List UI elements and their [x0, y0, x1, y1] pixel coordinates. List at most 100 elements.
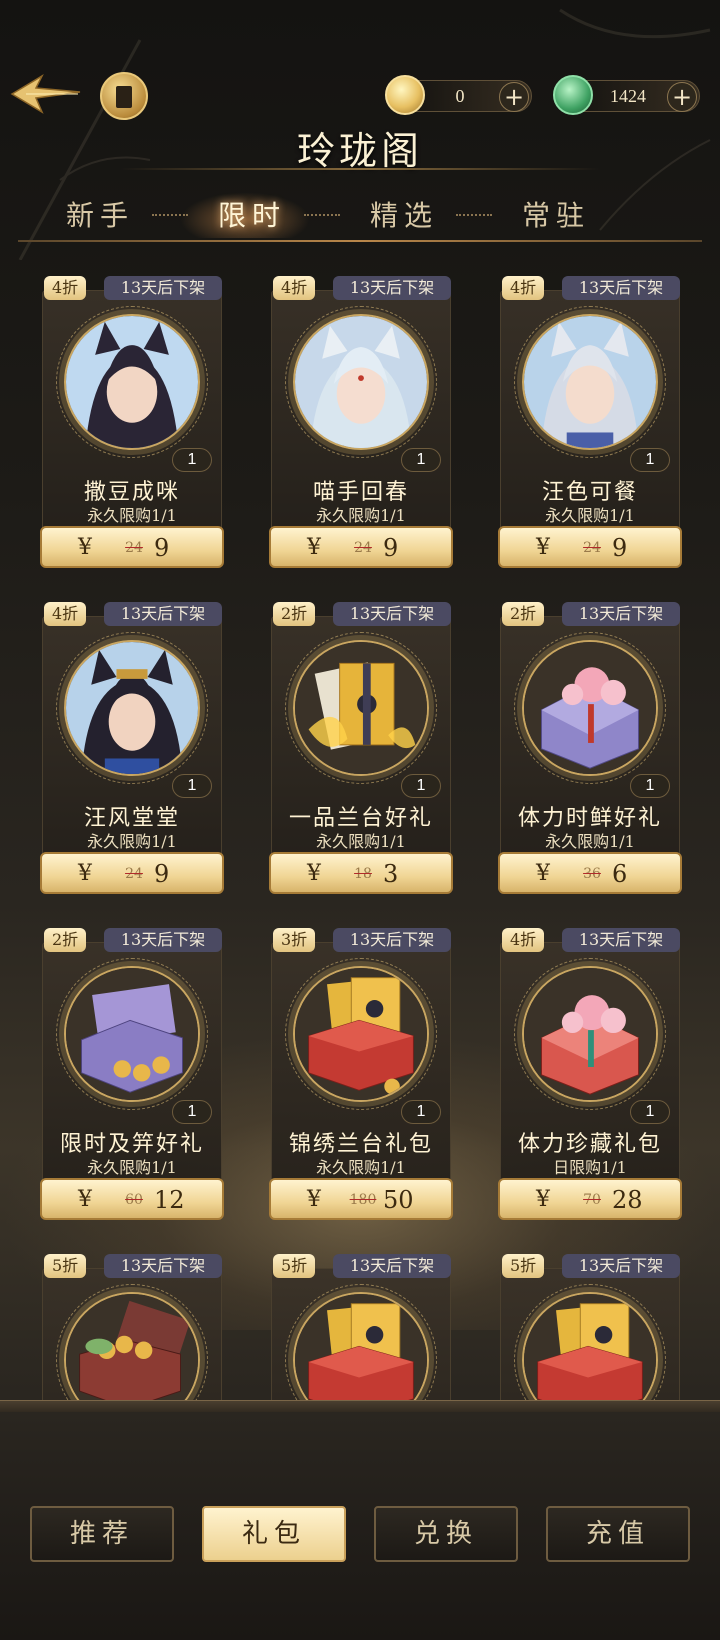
discount-badge: 4折: [273, 276, 316, 300]
quantity-badge: 1: [172, 774, 212, 798]
quantity-badge: 1: [630, 1100, 670, 1124]
timer-badge: 13天后下架: [562, 602, 680, 626]
original-price: 24: [354, 540, 372, 556]
currency-symbol: ¥: [78, 861, 92, 886]
item-image: [293, 640, 429, 776]
sale-price: 28: [612, 1186, 643, 1214]
timer-badge: 13天后下架: [333, 602, 451, 626]
currency-symbol: ¥: [78, 535, 92, 560]
item-grid: 4折 13天后下架 1 撒豆成咪 永久限购1/1 ¥ 24 9 4折 13天后下…: [0, 0, 720, 1546]
original-price: 180: [349, 1192, 377, 1208]
timer-badge: 13天后下架: [333, 1254, 451, 1278]
currency-symbol: ¥: [307, 1187, 321, 1212]
buy-button[interactable]: ¥ 24 9: [40, 526, 224, 568]
gift-card[interactable]: 2折 13天后下架 1 一品兰台好礼 永久限购1/1 ¥ 18 3: [269, 602, 453, 894]
timer-badge: 13天后下架: [562, 276, 680, 300]
original-price: 24: [125, 866, 143, 882]
purchase-limit: 永久限购1/1: [316, 1158, 406, 1177]
sale-price: 9: [612, 534, 628, 562]
purchase-limit: 永久限购1/1: [316, 832, 406, 851]
purchase-limit: 日限购1/1: [553, 1158, 627, 1177]
item-image: [522, 640, 658, 776]
discount-badge: 3折: [273, 928, 316, 952]
original-price: 24: [583, 540, 601, 556]
discount-badge: 5折: [502, 1254, 545, 1278]
buy-button[interactable]: ¥ 70 28: [498, 1178, 682, 1220]
buy-button[interactable]: ¥ 180 50: [269, 1178, 453, 1220]
currency-symbol: ¥: [307, 861, 321, 886]
quantity-badge: 1: [401, 1100, 441, 1124]
timer-badge: 13天后下架: [104, 276, 222, 300]
purchase-limit: 永久限购1/1: [316, 506, 406, 525]
item-image: [293, 314, 429, 450]
gift-card[interactable]: 4折 13天后下架 1 撒豆成咪 永久限购1/1 ¥ 24 9: [40, 276, 224, 568]
item-image: [64, 640, 200, 776]
gift-card[interactable]: 4折 13天后下架 1 喵手回春 永久限购1/1 ¥ 24 9: [269, 276, 453, 568]
purchase-limit: 永久限购1/1: [87, 1158, 177, 1177]
sale-price: 3: [383, 860, 399, 888]
quantity-badge: 1: [401, 448, 441, 472]
discount-badge: 2折: [273, 602, 316, 626]
original-price: 18: [354, 866, 372, 882]
sale-price: 9: [154, 860, 170, 888]
currency-symbol: ¥: [78, 1187, 92, 1212]
discount-badge: 2折: [44, 928, 87, 952]
item-image: [522, 314, 658, 450]
discount-badge: 4折: [502, 928, 545, 952]
buy-button[interactable]: ¥ 24 9: [269, 526, 453, 568]
gift-card[interactable]: 4折 13天后下架 1 汪风堂堂 永久限购1/1 ¥ 24 9: [40, 602, 224, 894]
discount-badge: 5折: [44, 1254, 87, 1278]
buy-button[interactable]: ¥ 60 12: [40, 1178, 224, 1220]
buy-button[interactable]: ¥ 36 6: [498, 852, 682, 894]
quantity-badge: 1: [630, 774, 670, 798]
original-price: 70: [583, 1192, 601, 1208]
discount-badge: 4折: [44, 602, 87, 626]
nav-recharge[interactable]: 充值: [546, 1506, 690, 1562]
timer-badge: 13天后下架: [562, 928, 680, 952]
quantity-badge: 1: [172, 1100, 212, 1124]
timer-badge: 13天后下架: [333, 928, 451, 952]
item-image: [293, 966, 429, 1102]
sale-price: 9: [154, 534, 170, 562]
item-image: [64, 966, 200, 1102]
purchase-limit: 永久限购1/1: [87, 832, 177, 851]
nav-exchange[interactable]: 兑换: [374, 1506, 518, 1562]
gift-card[interactable]: 2折 13天后下架 1 限时及笄好礼 永久限购1/1 ¥ 60 12: [40, 928, 224, 1220]
original-price: 60: [125, 1192, 143, 1208]
timer-badge: 13天后下架: [333, 276, 451, 300]
nav-recommend[interactable]: 推荐: [30, 1506, 174, 1562]
quantity-badge: 1: [401, 774, 441, 798]
gift-card[interactable]: 3折 13天后下架 1 锦绣兰台礼包 永久限购1/1 ¥ 180 50: [269, 928, 453, 1220]
currency-symbol: ¥: [307, 535, 321, 560]
discount-badge: 5折: [273, 1254, 316, 1278]
item-image: [522, 966, 658, 1102]
currency-symbol: ¥: [536, 861, 550, 886]
sale-price: 9: [383, 534, 399, 562]
discount-badge: 4折: [44, 276, 87, 300]
buy-button[interactable]: ¥ 18 3: [269, 852, 453, 894]
sale-price: 6: [612, 860, 628, 888]
timer-badge: 13天后下架: [104, 1254, 222, 1278]
buy-button[interactable]: ¥ 24 9: [40, 852, 224, 894]
nav-gift-pack[interactable]: 礼包: [202, 1506, 346, 1562]
sale-price: 12: [154, 1186, 185, 1214]
sale-price: 50: [383, 1186, 414, 1214]
purchase-limit: 永久限购1/1: [545, 506, 635, 525]
currency-symbol: ¥: [536, 535, 550, 560]
quantity-badge: 1: [172, 448, 212, 472]
item-image: [64, 314, 200, 450]
original-price: 24: [125, 540, 143, 556]
discount-badge: 4折: [502, 276, 545, 300]
purchase-limit: 永久限购1/1: [87, 506, 177, 525]
timer-badge: 13天后下架: [104, 602, 222, 626]
original-price: 36: [583, 866, 601, 882]
currency-symbol: ¥: [536, 1187, 550, 1212]
timer-badge: 13天后下架: [104, 928, 222, 952]
discount-badge: 2折: [502, 602, 545, 626]
gift-card[interactable]: 4折 13天后下架 1 汪色可餐 永久限购1/1 ¥ 24 9: [498, 276, 682, 568]
gift-card[interactable]: 4折 13天后下架 1 体力珍藏礼包 日限购1/1 ¥ 70 28: [498, 928, 682, 1220]
quantity-badge: 1: [630, 448, 670, 472]
gift-card[interactable]: 2折 13天后下架 1 体力时鲜好礼 永久限购1/1 ¥ 36 6: [498, 602, 682, 894]
buy-button[interactable]: ¥ 24 9: [498, 526, 682, 568]
purchase-limit: 永久限购1/1: [545, 832, 635, 851]
